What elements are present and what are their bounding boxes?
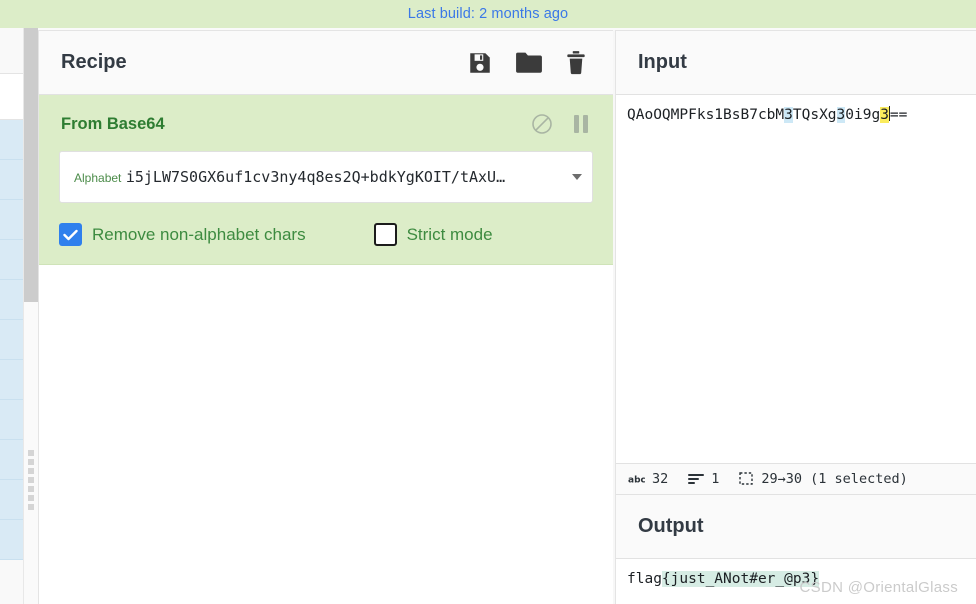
output-text: flag{just_ANot#er_@p3} [627, 571, 820, 587]
operation-checkboxes: Remove non-alphabet chars Strict mode [59, 223, 613, 246]
text-run: 3 [880, 107, 889, 123]
grip-dot [28, 486, 34, 492]
remove-non-alphabet-chars-checkbox[interactable]: Remove non-alphabet chars [59, 223, 306, 246]
status-selection-value: 29→30 (1 selected) [761, 471, 908, 487]
input-text: QAoOQMPFks1BsB7cbM3TQsXg30i9g3== [627, 106, 908, 123]
selection-icon [739, 472, 754, 486]
operations-list-item[interactable] [0, 280, 23, 320]
operations-category[interactable] [0, 28, 23, 74]
strict-mode-label: Strict mode [406, 224, 493, 244]
status-lines-value: 1 [711, 471, 720, 487]
disable-icon[interactable] [531, 113, 553, 135]
chevron-down-icon[interactable] [572, 174, 582, 180]
alphabet-label: Alphabet [74, 170, 122, 185]
grip-dot [28, 504, 34, 510]
input-title-bar: Input [616, 31, 976, 95]
status-lines: 1 [688, 471, 719, 487]
text-run: 3 [836, 107, 846, 123]
operations-list-item[interactable] [0, 360, 23, 400]
grip-dot [28, 459, 34, 465]
text-run: flag [627, 571, 662, 587]
grip-dot [28, 477, 34, 483]
operations-scrollbar-thumb[interactable] [24, 28, 38, 302]
remove-non-alphabet-chars-label: Remove non-alphabet chars [92, 224, 306, 244]
alphabet-value: i5jLW7S0GX6uf1cv3ny4q8es2Q+bdkYgKOIT/tAx… [125, 167, 506, 186]
recipe-title: Recipe [61, 51, 127, 73]
operation-title: From Base64 [61, 114, 165, 133]
io-column: Input QAoOQMPFks1BsB7cbM3TQsXg30i9g3== a… [615, 30, 976, 604]
text-run: == [889, 107, 908, 123]
checkbox-unchecked-icon[interactable] [373, 223, 397, 246]
text-run: TQsXg [792, 107, 837, 123]
input-panel: Input QAoOQMPFks1BsB7cbM3TQsXg30i9g3== [616, 31, 976, 463]
operations-list-item[interactable] [0, 400, 23, 440]
output-title: Output [638, 515, 704, 537]
text-run: 3 [784, 107, 793, 123]
operations-list-item[interactable] [0, 240, 23, 280]
cyberchef-window: Last build: 2 months ago Recipe From Bas… [0, 0, 976, 604]
operations-list-item[interactable] [0, 440, 23, 480]
trash-icon[interactable] [565, 50, 587, 76]
grip-dot [28, 495, 34, 501]
status-selection: 29→30 (1 selected) [739, 471, 908, 487]
recipe-panel: Recipe From Base64 Alphabet i5jLW7S0GX6u… [38, 30, 613, 604]
pause-icon[interactable] [573, 114, 589, 134]
operations-list-item[interactable] [0, 520, 23, 560]
operations-list-item[interactable] [0, 320, 23, 360]
input-title: Input [638, 51, 687, 73]
strict-mode-checkbox[interactable]: Strict mode [373, 223, 493, 246]
output-title-bar: Output [616, 495, 976, 559]
operations-list-item[interactable] [0, 480, 23, 520]
text-run: 0i9g [845, 107, 881, 123]
lines-icon [688, 473, 705, 485]
grip-dot [28, 450, 34, 456]
operation-header: From Base64 [39, 107, 613, 141]
operations-list[interactable] [0, 28, 24, 604]
grip-dot [28, 468, 34, 474]
status-length: abc 32 [628, 471, 668, 487]
alphabet-select[interactable]: Alphabet i5jLW7S0GX6uf1cv3ny4q8es2Q+bdkY… [59, 151, 593, 203]
operations-list-item[interactable] [0, 200, 23, 240]
last-build-text: Last build: 2 months ago [407, 6, 569, 22]
svg-text:abc: abc [628, 476, 645, 486]
last-build-banner: Last build: 2 months ago [0, 0, 976, 28]
checkbox-checked-icon[interactable] [59, 223, 82, 246]
save-icon[interactable] [467, 50, 493, 76]
input-textarea[interactable]: QAoOQMPFks1BsB7cbM3TQsXg30i9g3== [616, 95, 976, 463]
watermark: CSDN @OrientalGlass [799, 579, 958, 596]
text-run: {just_ANot#er_@p3} [661, 571, 820, 587]
operations-list-item[interactable] [0, 160, 23, 200]
operations-category[interactable] [0, 74, 23, 120]
abc-icon: abc [628, 473, 645, 486]
input-status-bar: abc 32 1 29→30 (1 selected) [616, 463, 976, 495]
recipe-title-bar: Recipe [39, 31, 613, 95]
text-run: QAoOQMPFks1BsB7cbM [627, 107, 785, 123]
operations-list-item[interactable] [0, 120, 23, 160]
status-length-value: 32 [652, 471, 669, 487]
folder-icon[interactable] [515, 50, 543, 76]
recipe-operation-from-base64[interactable]: From Base64 Alphabet i5jLW7S0GX6uf1cv3ny… [39, 95, 613, 265]
left-splitter-handle[interactable] [28, 450, 34, 510]
